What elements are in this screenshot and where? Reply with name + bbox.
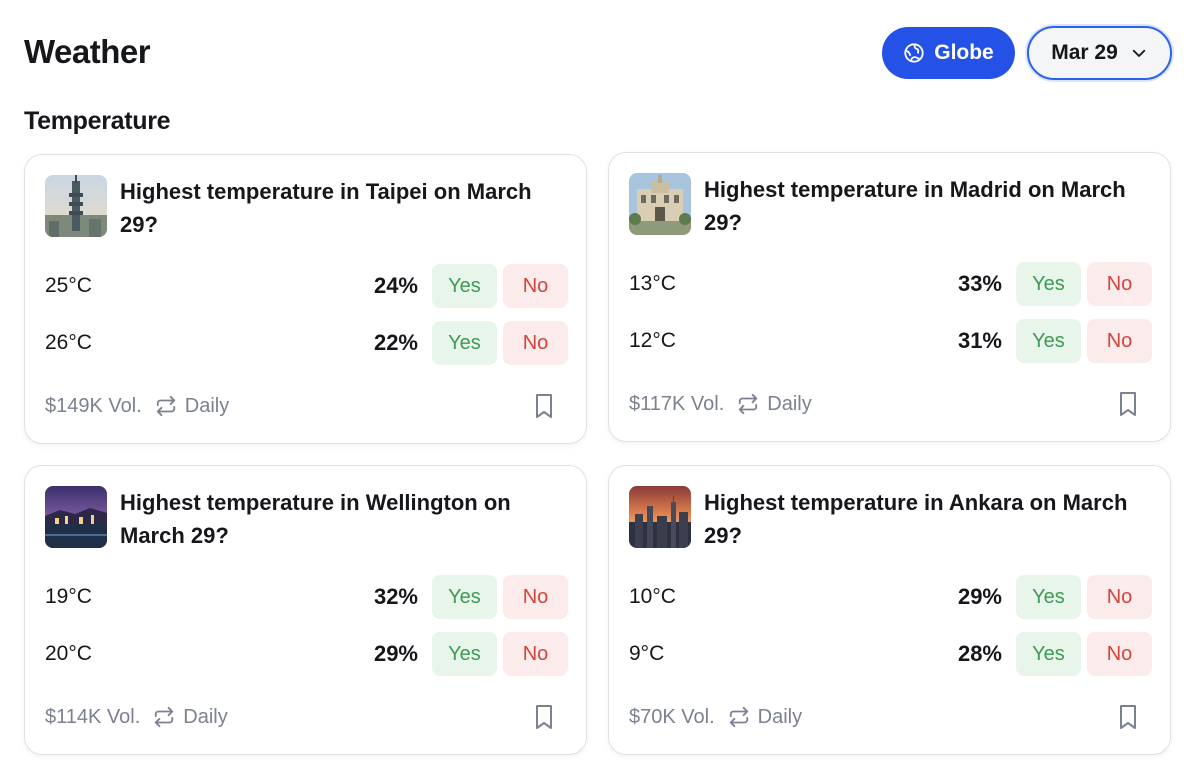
- frequency-text: Daily: [183, 705, 228, 728]
- no-button[interactable]: No: [503, 321, 568, 365]
- volume-text: $114K Vol.: [45, 705, 141, 728]
- outcome-label: 10°C: [629, 585, 676, 608]
- chevron-down-icon: [1132, 49, 1145, 57]
- outcome-row: 20°C 29% Yes No: [45, 632, 568, 676]
- no-button[interactable]: No: [503, 264, 568, 308]
- outcome-label: 12°C: [629, 329, 676, 352]
- wellington-thumbnail: [45, 486, 107, 548]
- outcome-label: 25°C: [45, 274, 92, 297]
- yes-button[interactable]: Yes: [432, 575, 497, 619]
- no-button[interactable]: No: [503, 575, 568, 619]
- madrid-thumbnail: [629, 173, 691, 235]
- ankara-thumbnail: [629, 486, 691, 548]
- outcome-row: 9°C 28% Yes No: [629, 632, 1152, 676]
- outcome-percent: 24%: [373, 273, 418, 298]
- volume-text: $117K Vol.: [629, 392, 725, 415]
- date-select[interactable]: Mar 29: [1027, 26, 1172, 80]
- bookmark-icon[interactable]: [1116, 704, 1140, 730]
- card-title[interactable]: Highest temperature in Taipei on March 2…: [120, 175, 570, 241]
- bookmark-icon[interactable]: [532, 393, 556, 419]
- section-title: Temperature: [24, 107, 171, 135]
- frequency-text: Daily: [757, 705, 803, 728]
- outcome-row: 13°C 33% Yes No: [629, 262, 1152, 306]
- market-card-madrid[interactable]: Highest temperature in Madrid on March 2…: [608, 152, 1171, 442]
- market-card-taipei[interactable]: Highest temperature in Taipei on March 2…: [24, 154, 587, 444]
- outcome-row: 12°C 31% Yes No: [629, 319, 1152, 363]
- outcome-label: 20°C: [45, 642, 92, 665]
- outcome-label: 13°C: [629, 272, 676, 295]
- yes-button[interactable]: Yes: [1016, 319, 1081, 363]
- card-footer: $117K Vol. Daily: [629, 389, 1152, 419]
- page-title: Weather: [24, 33, 151, 70]
- volume-text: $70K Vol.: [629, 705, 715, 728]
- card-footer: $114K Vol. Daily: [45, 702, 568, 732]
- globe-button[interactable]: Globe: [882, 27, 1015, 79]
- outcome-label: 9°C: [629, 642, 665, 665]
- outcome-row: 10°C 29% Yes No: [629, 575, 1152, 619]
- outcome-percent: 33%: [957, 271, 1002, 296]
- yes-button[interactable]: Yes: [432, 321, 497, 365]
- yes-button[interactable]: Yes: [1016, 575, 1081, 619]
- yes-button[interactable]: Yes: [432, 264, 497, 308]
- outcome-percent: 22%: [373, 330, 418, 355]
- date-select-value: Mar 29: [1051, 41, 1118, 64]
- volume-text: $149K Vol.: [45, 394, 142, 417]
- card-footer: $149K Vol. Daily: [45, 391, 568, 421]
- card-title[interactable]: Highest temperature in Madrid on March 2…: [704, 173, 1154, 239]
- outcome-label: 19°C: [45, 585, 92, 608]
- outcome-row: 19°C 32% Yes No: [45, 575, 568, 619]
- globe-button-label: Globe: [934, 41, 994, 64]
- repeat-icon: [729, 706, 748, 728]
- bookmark-icon[interactable]: [532, 704, 556, 730]
- globe-icon: [904, 43, 924, 63]
- no-button[interactable]: No: [503, 632, 568, 676]
- frequency-text: Daily: [184, 394, 230, 417]
- no-button[interactable]: No: [1087, 575, 1152, 619]
- yes-button[interactable]: Yes: [1016, 262, 1081, 306]
- yes-button[interactable]: Yes: [1016, 632, 1081, 676]
- outcome-row: 25°C 24% Yes No: [45, 264, 568, 308]
- taipei-thumbnail: [45, 175, 107, 237]
- outcome-percent: 29%: [373, 641, 418, 666]
- repeat-icon: [155, 706, 174, 728]
- outcome-percent: 29%: [957, 584, 1002, 609]
- yes-button[interactable]: Yes: [432, 632, 497, 676]
- no-button[interactable]: No: [1087, 262, 1152, 306]
- repeat-icon: [156, 395, 175, 417]
- market-card-wellington[interactable]: Highest temperature in Wellington on Mar…: [24, 465, 587, 755]
- bookmark-icon[interactable]: [1116, 391, 1140, 417]
- card-footer: $70K Vol. Daily: [629, 702, 1152, 732]
- frequency-text: Daily: [767, 392, 812, 415]
- card-title[interactable]: Highest temperature in Wellington on Mar…: [120, 486, 570, 552]
- outcome-label: 26°C: [45, 331, 92, 354]
- outcome-row: 26°C 22% Yes No: [45, 321, 568, 365]
- outcome-percent: 32%: [373, 584, 418, 609]
- no-button[interactable]: No: [1087, 319, 1152, 363]
- outcome-percent: 31%: [957, 328, 1002, 353]
- repeat-icon: [739, 393, 758, 415]
- no-button[interactable]: No: [1087, 632, 1152, 676]
- outcome-percent: 28%: [957, 641, 1002, 666]
- market-card-ankara[interactable]: Highest temperature in Ankara on March 2…: [608, 465, 1171, 755]
- card-title[interactable]: Highest temperature in Ankara on March 2…: [704, 486, 1154, 552]
